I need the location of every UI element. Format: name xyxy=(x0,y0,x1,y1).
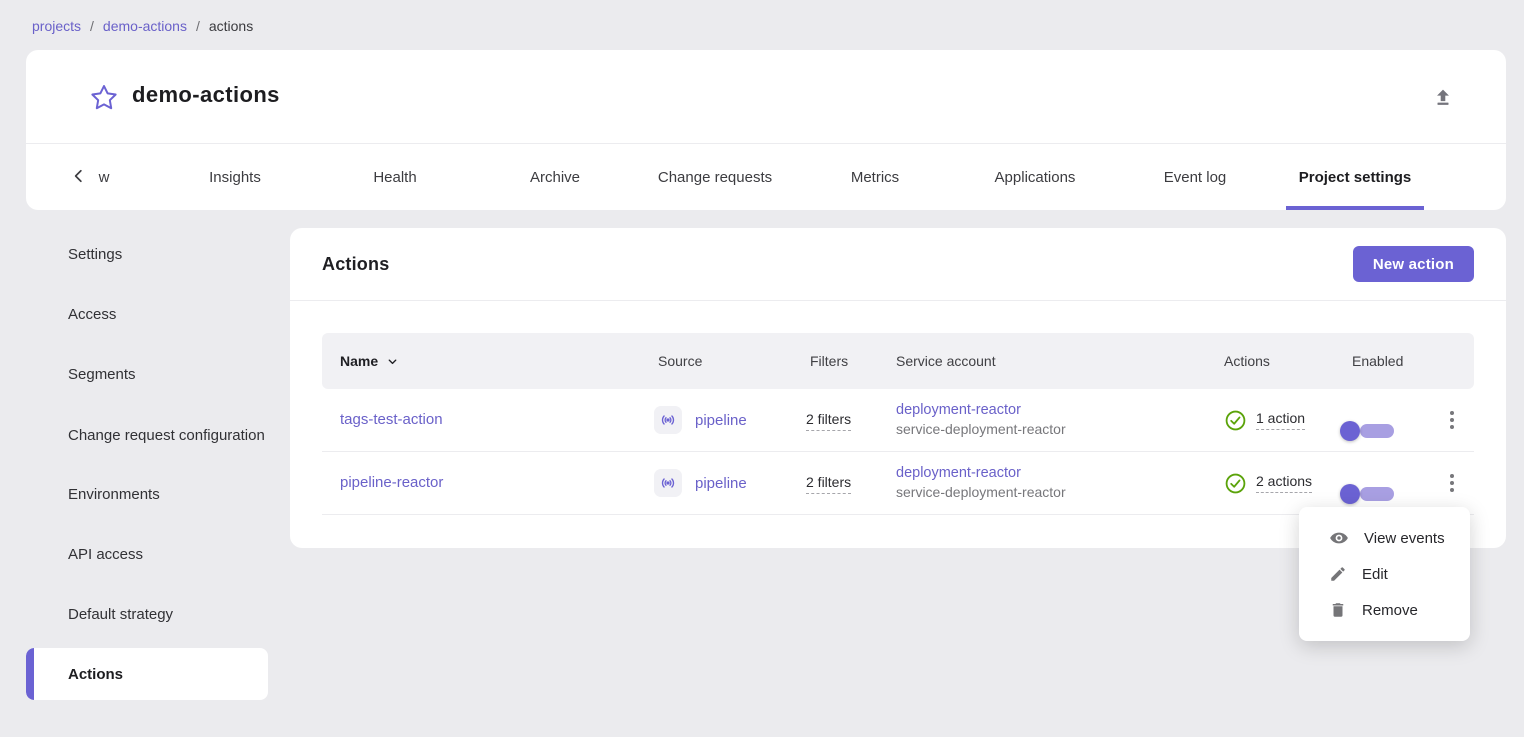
service-account-link[interactable]: deployment-reactor xyxy=(896,464,1220,483)
service-account-subtitle: service-deployment-reactor xyxy=(896,483,1220,502)
breadcrumb-separator: / xyxy=(90,18,94,34)
breadcrumb-projects[interactable]: projects xyxy=(32,18,81,34)
menu-item-label: Remove xyxy=(1362,602,1418,619)
column-header-service-account: Service account xyxy=(890,353,1220,369)
upload-icon[interactable] xyxy=(1432,86,1454,108)
signal-source-icon xyxy=(654,406,682,434)
action-name-link[interactable]: pipeline-reactor xyxy=(340,474,443,491)
column-header-enabled: Enabled xyxy=(1330,353,1430,369)
project-header-card: demo-actions w Insights Health Archive C… xyxy=(26,50,1506,210)
menu-item-label: Edit xyxy=(1362,566,1388,583)
check-circle-icon xyxy=(1224,472,1247,495)
tab-archive[interactable]: Archive xyxy=(475,144,635,210)
menu-item-view-events[interactable]: View events xyxy=(1299,520,1470,556)
sort-chevron-down-icon xyxy=(386,355,399,368)
sidebar-item-change-request-configuration[interactable]: Change request configuration xyxy=(26,404,268,466)
column-header-actions: Actions xyxy=(1220,353,1330,369)
table-header-row: Name Source Filters Service account Acti… xyxy=(322,333,1474,389)
column-header-source: Source xyxy=(640,353,800,369)
action-name-link[interactable]: tags-test-action xyxy=(340,411,443,428)
sidebar-item-actions[interactable]: Actions xyxy=(26,648,268,700)
filters-count[interactable]: 2 filters xyxy=(806,411,851,431)
row-context-menu: View events Edit Remove xyxy=(1299,507,1470,641)
row-menu-kebab-icon[interactable] xyxy=(1440,468,1464,498)
menu-item-edit[interactable]: Edit xyxy=(1299,556,1470,592)
sidebar-item-settings[interactable]: Settings xyxy=(26,228,268,280)
sidebar-item-segments[interactable]: Segments xyxy=(26,348,268,400)
actions-panel: Actions New action Name Source Filters S… xyxy=(290,228,1506,548)
service-account-link[interactable]: deployment-reactor xyxy=(896,401,1220,420)
check-circle-icon xyxy=(1224,409,1247,432)
column-header-filters: Filters xyxy=(800,353,890,369)
favorite-star-icon[interactable] xyxy=(90,83,118,111)
trash-icon xyxy=(1329,601,1347,619)
pencil-icon xyxy=(1329,565,1347,583)
breadcrumb-project[interactable]: demo-actions xyxy=(103,18,187,34)
sidebar-item-access[interactable]: Access xyxy=(26,288,268,340)
filters-count[interactable]: 2 filters xyxy=(806,474,851,494)
tab-health[interactable]: Health xyxy=(315,144,475,210)
actions-count[interactable]: 1 action xyxy=(1256,410,1305,430)
source-link[interactable]: pipeline xyxy=(695,475,747,492)
column-header-name-label: Name xyxy=(340,353,378,369)
sidebar-item-environments[interactable]: Environments xyxy=(26,468,268,520)
actions-table: Name Source Filters Service account Acti… xyxy=(322,333,1474,515)
table-row: pipeline-reactor pipeline 2 filters depl… xyxy=(322,452,1474,515)
breadcrumb: projects / demo-actions / actions xyxy=(32,18,253,34)
tab-metrics[interactable]: Metrics xyxy=(795,144,955,210)
tab-insights[interactable]: Insights xyxy=(155,144,315,210)
breadcrumb-separator: / xyxy=(196,18,200,34)
breadcrumb-current: actions xyxy=(209,18,253,34)
tab-event-log[interactable]: Event log xyxy=(1115,144,1275,210)
sidebar-item-default-strategy[interactable]: Default strategy xyxy=(26,588,268,640)
menu-item-remove[interactable]: Remove xyxy=(1299,592,1470,628)
service-account-subtitle: service-deployment-reactor xyxy=(896,420,1220,439)
panel-title: Actions xyxy=(322,228,389,300)
signal-source-icon xyxy=(654,469,682,497)
source-link[interactable]: pipeline xyxy=(695,412,747,429)
tab-applications[interactable]: Applications xyxy=(955,144,1115,210)
row-menu-kebab-icon[interactable] xyxy=(1440,405,1464,435)
project-title-row: demo-actions xyxy=(26,50,1506,144)
panel-divider xyxy=(290,300,1506,301)
column-header-name[interactable]: Name xyxy=(322,353,640,369)
eye-icon xyxy=(1329,528,1349,548)
tab-change-requests[interactable]: Change requests xyxy=(635,144,795,210)
sidebar-item-api-access[interactable]: API access xyxy=(26,528,268,580)
actions-count[interactable]: 2 actions xyxy=(1256,473,1312,493)
page-title: demo-actions xyxy=(132,82,280,108)
menu-item-label: View events xyxy=(1364,530,1445,547)
tab-project-settings[interactable]: Project settings xyxy=(1275,144,1435,210)
project-tabs: w Insights Health Archive Change request… xyxy=(26,144,1506,210)
tab-overview-truncated[interactable]: w xyxy=(84,144,124,210)
table-row: tags-test-action pipeline 2 filters depl… xyxy=(322,389,1474,452)
new-action-button[interactable]: New action xyxy=(1353,246,1474,282)
